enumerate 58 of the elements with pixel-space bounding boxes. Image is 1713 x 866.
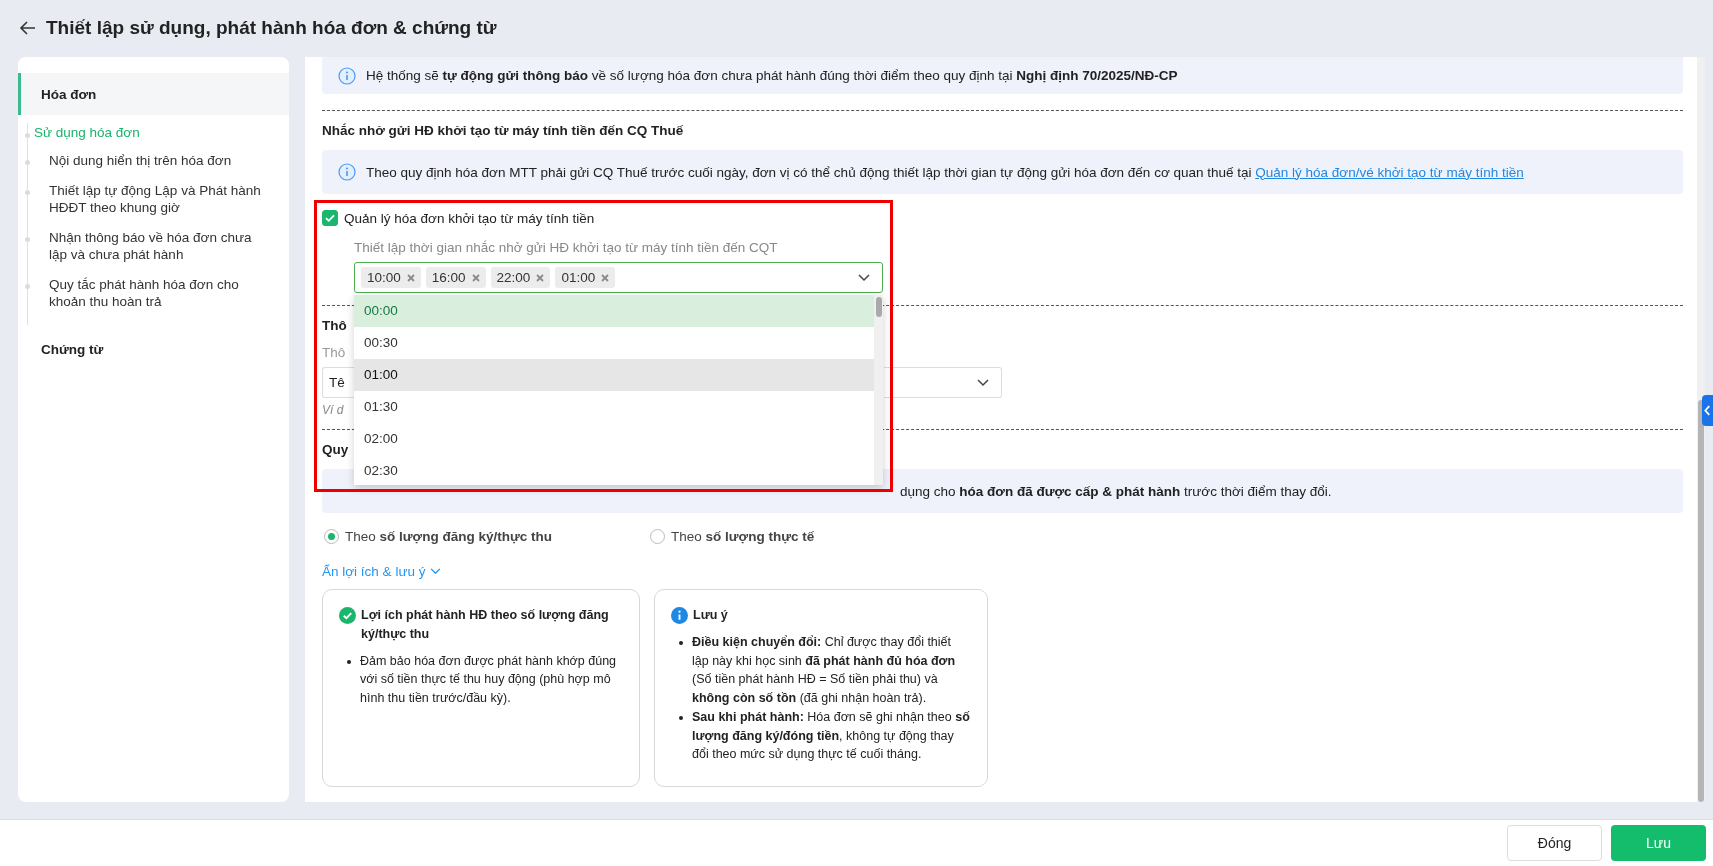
section-heading: Nhắc nhở gửi HĐ khởi tạo từ máy tính tiền đến CQ Thuế [322,123,685,138]
scrollbar-thumb[interactable] [1698,399,1704,802]
radio-option[interactable]: Theo số lượng đăng ký/thực thu [324,529,650,544]
dropdown-option[interactable]: 00:30 [354,327,874,359]
dropdown-option[interactable]: 01:00 [354,359,874,391]
section-heading: Quy [322,442,350,457]
dropdown-option[interactable]: 02:00 [354,423,874,455]
notice-text: Theo quy định hóa đơn MTT phải gửi CQ Thuế trước cuối ngày, đơn vị có thể chủ động thiết lập thời gian tự động gửi hóa đơn đến cơ quan thuế tại Quản lý hóa đơn/vé khởi tạo từ máy tính tiền [366,164,1524,180]
card-text: Điều kiện chuyển đổi: Chỉ được thay đổi thiết lập này khi học sinh đã phát hành đủ hóa đơn (Số tiền phát hành HĐ = Số tiền phải thu) và không còn số tồn (đã ghi nhận hoàn trả). [692,633,957,707]
remove-icon[interactable] [601,273,610,282]
sidebar-item[interactable]: Thiết lập tự động Lập và Phát hành HĐĐT theo khung giờ [28,179,289,227]
bullet-icon [679,640,683,645]
dropdown-option[interactable]: 00:00 [354,295,874,327]
sidebar-item[interactable]: Nhận thông báo về hóa đơn chưa lập và chưa phát hành [28,226,289,274]
radio-label: Theo số lượng thực tế [671,529,815,544]
footer-button[interactable]: Đóng [1507,825,1602,861]
time-tag[interactable]: 22:00 [490,267,551,288]
time-select[interactable]: 10:00 16:00 22:00 01:00 [354,262,883,293]
sidebar-section[interactable]: Chứng từ [18,328,289,371]
sidebar-section[interactable]: Hóa đơn [18,73,289,115]
time-tag[interactable]: 01:00 [555,267,616,288]
dropdown-option[interactable]: 01:30 [354,391,874,423]
info-icon [338,163,356,181]
remove-icon[interactable] [536,273,545,282]
remove-icon[interactable] [471,273,480,282]
chevron-down-icon[interactable] [977,378,989,387]
card-text: Sau khi phát hành: Hóa đơn sẽ ghi nhận theo số lượng đăng ký/đóng tiền, không tự động thay đổi theo mức sử dụng thực tế cuối tháng. [692,708,971,764]
card-text: Đảm bảo hóa đơn được phát hành khớp đúng với số tiền thực tế thu huy động (phù hợp mô hình thu tiền trước/đầu kỳ). [360,652,618,707]
field-hint: Ví d [322,403,344,417]
radio-label: Theo số lượng đăng ký/thực thu [345,529,552,544]
checkbox-label: Quản lý hóa đơn khởi tạo từ máy tính tiền [344,210,595,226]
time-tag[interactable]: 16:00 [425,267,486,288]
field-label: Thô [322,345,346,360]
checkmark-icon [324,212,336,224]
scrollbar-thumb[interactable] [875,297,882,317]
card-title: Lưu ý [693,607,728,624]
notice-text: dụng cho hóa đơn đã được cấp & phát hành trước thời điểm thay đổi. [900,483,1332,499]
notice-text: Hệ thống sẽ tự động gửi thông báo về số lượng hóa đơn chưa phát hành đúng thời điểm theo quy định tại Nghị định 70/2025/NĐ-CP [366,68,1178,83]
checkbox[interactable] [322,210,338,226]
info-icon [338,66,356,85]
sidebar-item[interactable]: Quy tắc phát hành hóa đơn cho khoản thu hoàn trả [28,273,289,321]
dropdown-option[interactable]: 02:30 [354,455,874,485]
section-heading: Thô [322,318,348,333]
check-circle-icon [339,607,356,624]
bullet-icon [347,659,351,664]
radio-option[interactable]: Theo số lượng thực tế [650,529,976,544]
page-title: Thiết lập sử dụng, phát hành hóa đơn & chứng từ [46,16,497,39]
info-icon [671,607,688,624]
sidebar-item[interactable]: Nội dung hiển thị trên hóa đơn [28,150,254,180]
chevron-down-icon[interactable] [858,273,870,282]
remove-icon[interactable] [406,273,415,282]
collapse-handle[interactable] [1702,395,1713,426]
select-field[interactable]: Tê [322,367,354,398]
bullet-icon [679,715,683,720]
card-title: Lợi ích phát hành HĐ theo số lượng đăng ký/thực thu [361,607,610,643]
field-label: Thiết lập thời gian nhắc nhở gửi HĐ khởi tạo từ máy tính tiền đến CQT [354,240,779,255]
select-toggle[interactable] [884,367,1002,398]
time-tag[interactable]: 10:00 [361,267,421,288]
